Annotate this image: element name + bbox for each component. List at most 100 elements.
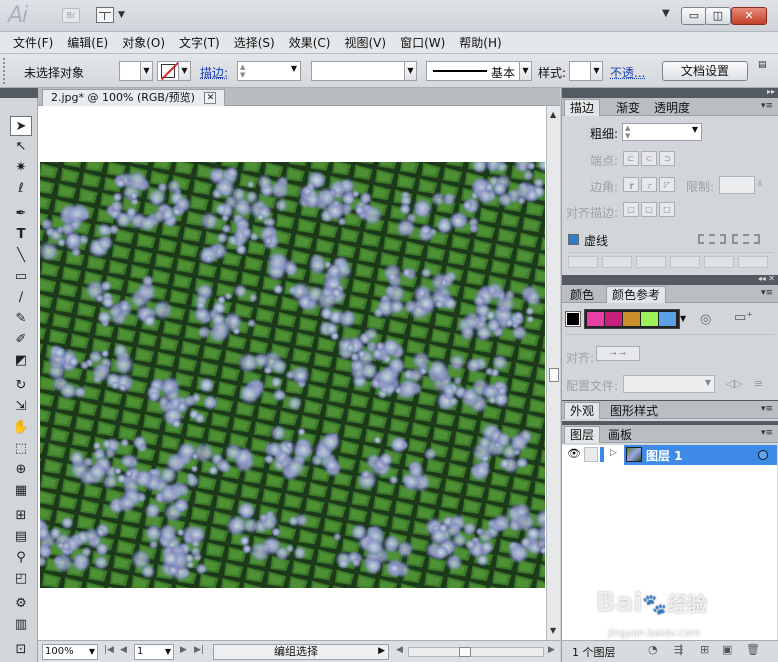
spinner-icon[interactable]: ▲ ▼ [625, 124, 630, 140]
layer-selected[interactable]: 图层 1 [624, 445, 777, 465]
align-buttons-icon[interactable]: → → [596, 346, 640, 361]
panel-menu-icon[interactable]: ▾≡ [761, 288, 773, 298]
tab-gradient[interactable]: 渐变 [610, 99, 646, 116]
menu-view[interactable]: 视图(V) [337, 33, 393, 53]
align-left-icon[interactable]: ◁▷ [726, 377, 743, 390]
tab-color-guide[interactable]: 颜色参考 [606, 286, 667, 303]
harmony-swatches[interactable] [584, 309, 680, 329]
dash-field[interactable] [704, 256, 734, 268]
stroke-swatch[interactable] [157, 61, 179, 81]
arrange-documents-icon[interactable] [96, 7, 114, 23]
scroll-right-icon[interactable]: ▶ [548, 645, 555, 655]
next-artboard-icon[interactable]: ▶ [180, 645, 187, 655]
close-button[interactable]: ✕ [731, 7, 767, 25]
menu-type[interactable]: 文字(T) [172, 33, 227, 53]
line-tool-icon[interactable]: ╲ [10, 246, 32, 266]
menu-file[interactable]: 文件(F) [6, 33, 60, 53]
round-join-icon[interactable]: ╭ [641, 177, 657, 192]
eyedropper-tool-icon[interactable]: ⚲ [10, 548, 32, 568]
save-color-group-icon[interactable]: ▭⁺ [734, 310, 753, 325]
blob-brush-tool-icon[interactable]: ✐ [10, 330, 32, 350]
menu-window[interactable]: 窗口(W) [393, 33, 452, 53]
align-inside-icon[interactable]: □ [641, 202, 657, 217]
color-guide-swatch[interactable] [605, 312, 622, 326]
base-color-swatch[interactable] [565, 311, 581, 327]
gap-field[interactable] [738, 256, 768, 268]
variable-width-field[interactable] [311, 61, 405, 81]
pen-tool-icon[interactable]: ✒ [10, 204, 32, 224]
status-menu-icon[interactable]: ▶ [378, 646, 385, 656]
dash-align-icon[interactable] [732, 234, 760, 244]
expand-triangle-icon[interactable]: ▷ [610, 448, 617, 458]
chevron-down-icon[interactable]: ▼ [89, 645, 95, 659]
harmony-dropdown-icon[interactable]: ▼ [680, 309, 688, 329]
square-cap-icon[interactable]: ⊐ [659, 151, 675, 166]
miter-join-icon[interactable]: ┏ [623, 177, 639, 192]
gap-field[interactable] [602, 256, 632, 268]
free-transform-tool-icon[interactable]: ⬚ [10, 439, 32, 459]
dash-field[interactable] [636, 256, 666, 268]
fill-swatch[interactable] [119, 61, 141, 81]
tab-color[interactable]: 颜色 [564, 286, 600, 303]
panel-menu-icon[interactable]: ▾≡ [761, 428, 773, 438]
brush-field[interactable]: 基本 [426, 61, 520, 81]
workspace-chevron-icon[interactable]: ▼ [662, 8, 670, 19]
lasso-tool-icon[interactable]: ℓ [10, 179, 32, 199]
selection-tool-icon[interactable]: ➤ [10, 116, 32, 136]
dash-field[interactable] [568, 256, 598, 268]
chevron-down-icon[interactable]: ▼ [118, 10, 125, 20]
profile-field[interactable]: ▼ [623, 375, 715, 393]
stroke-label[interactable]: 描边: [200, 64, 228, 81]
dash-preserve-icon[interactable] [698, 234, 726, 244]
color-guide-swatch[interactable] [659, 312, 676, 326]
color-panel-header[interactable]: ◂◂ ✕ [562, 274, 778, 285]
last-artboard-icon[interactable]: ▶| [194, 645, 204, 655]
document-tab[interactable]: 2.jpg* @ 100% (RGB/预览) ✕ [42, 89, 226, 106]
type-tool-icon[interactable]: T [10, 225, 32, 245]
align-center-icon[interactable]: □ [623, 202, 639, 217]
zoom-field[interactable]: 100% ▼ [42, 644, 98, 660]
placed-image[interactable] [40, 162, 545, 588]
horizontal-scroll-thumb[interactable] [459, 647, 471, 657]
symbol-sprayer-tool-icon[interactable]: ⚙ [10, 594, 32, 614]
rectangle-tool-icon[interactable]: ▭ [10, 267, 32, 287]
variable-width-dropdown-icon[interactable]: ▼ [404, 61, 417, 81]
color-guide-swatch[interactable] [641, 312, 658, 326]
spinner-icon[interactable]: ▲ ▼ [240, 63, 245, 79]
direct-selection-tool-icon[interactable]: ↖ [10, 137, 32, 157]
chevron-down-icon[interactable]: ▼ [165, 645, 171, 659]
limit-field[interactable] [719, 176, 755, 194]
brush-dropdown-icon[interactable]: ▼ [519, 61, 532, 81]
status-field[interactable]: 编组选择 ▶ [213, 644, 389, 660]
dock-header[interactable]: ▸▸ [562, 87, 778, 98]
gradient-tool-icon[interactable]: ▤ [10, 527, 32, 547]
panel-menu-icon[interactable]: ▾≡ [761, 404, 773, 414]
first-artboard-icon[interactable]: |◀ [104, 645, 114, 655]
menu-select[interactable]: 选择(S) [227, 33, 282, 53]
chevron-down-icon[interactable]: ▼ [705, 378, 711, 387]
target-icon[interactable] [758, 450, 768, 460]
chevron-down-icon[interactable]: ▼ [291, 64, 297, 73]
layer-row[interactable]: 👁 ▷ 图层 1 [562, 445, 777, 465]
vertical-scrollbar[interactable]: ▲ ▼ [546, 106, 560, 640]
menu-effect[interactable]: 效果(C) [282, 33, 338, 53]
clipping-mask-icon[interactable]: ⇶ [674, 643, 683, 656]
tab-artboards[interactable]: 画板 [602, 426, 638, 443]
panel-menu-icon[interactable]: ▾≡ [761, 101, 773, 111]
paintbrush-tool-icon[interactable]: ∕ [10, 288, 32, 308]
control-menu-icon[interactable]: ▤ [758, 60, 767, 70]
menu-edit[interactable]: 编辑(E) [60, 33, 115, 53]
eraser-tool-icon[interactable]: ◩ [10, 351, 32, 371]
collapse-icon[interactable]: ▸▸ [767, 87, 775, 96]
opacity-link[interactable]: 不透... [610, 64, 645, 81]
bridge-button[interactable]: Br [62, 8, 80, 23]
rotate-tool-icon[interactable]: ↻ [10, 376, 32, 396]
butt-cap-icon[interactable]: ⊏ [623, 151, 639, 166]
document-setup-button[interactable]: 文档设置 [662, 61, 748, 81]
scroll-up-icon[interactable]: ▲ [550, 110, 556, 119]
vertical-scroll-thumb[interactable] [549, 368, 559, 382]
artboard-field[interactable]: 1 ▼ [134, 644, 174, 660]
chevron-down-icon[interactable]: ▼ [692, 125, 698, 134]
warp-tool-icon[interactable]: ✋ [10, 418, 32, 438]
pencil-tool-icon[interactable]: ✎ [10, 309, 32, 329]
